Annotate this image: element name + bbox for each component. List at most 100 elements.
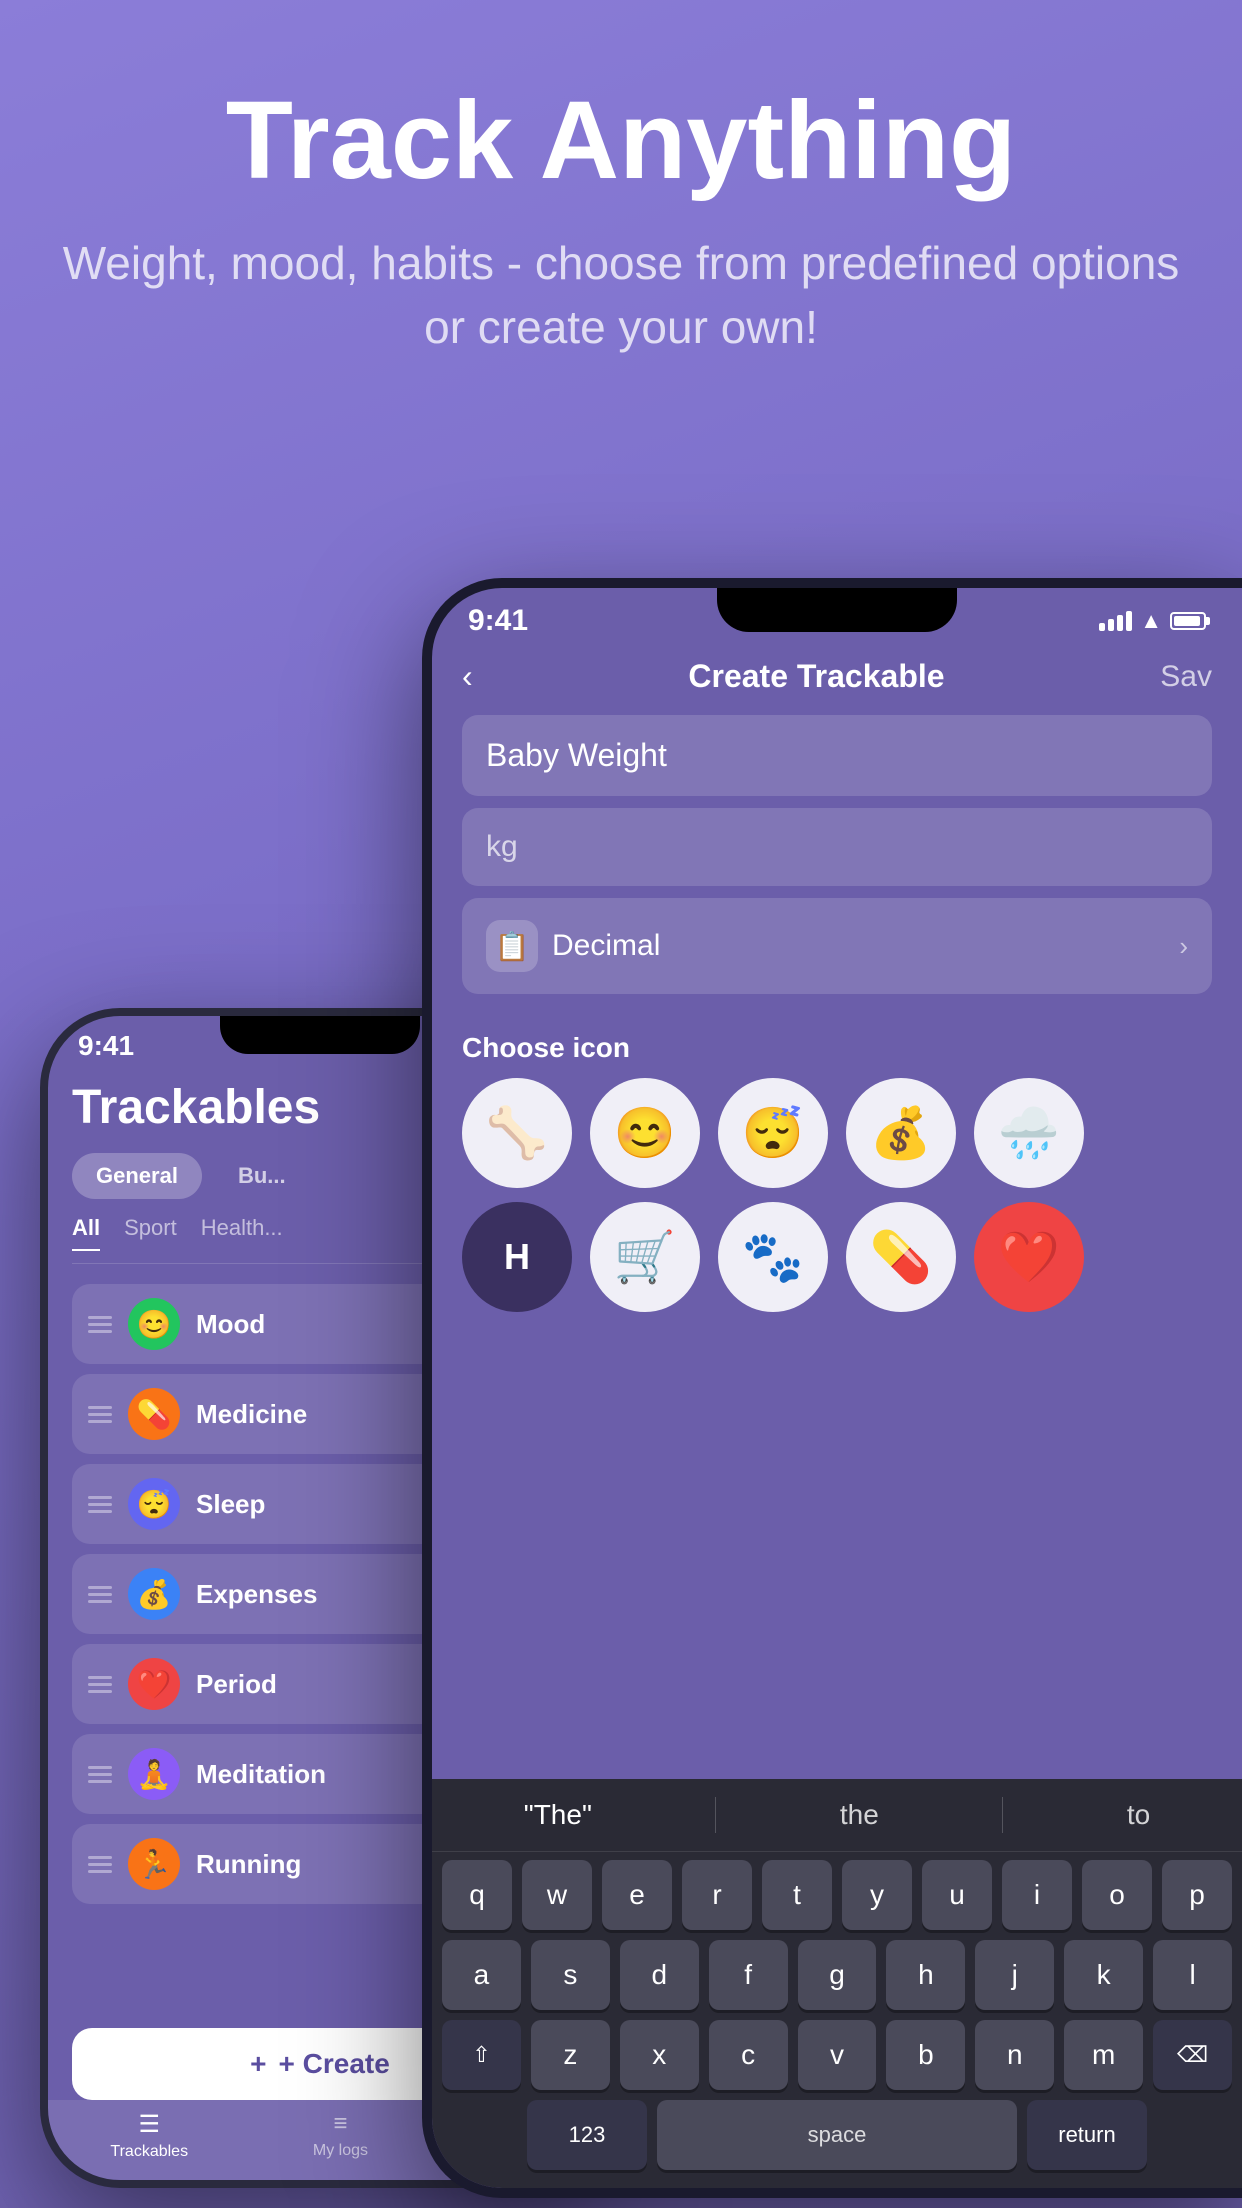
key-b[interactable]: b — [886, 2020, 965, 2090]
header: Track Anything Weight, mood, habits - ch… — [0, 0, 1242, 400]
pred-word-to[interactable]: to — [1107, 1793, 1170, 1837]
nav-item-trackables[interactable]: ☰ Trackables — [110, 2110, 188, 2161]
key-y[interactable]: y — [842, 1860, 912, 1930]
type-label: Decimal — [552, 929, 660, 963]
phones-container: 9:41 ▲ Trackables General Bu... — [0, 508, 1242, 2208]
back-button[interactable]: ‹ — [462, 658, 473, 695]
time-front: 9:41 — [468, 604, 528, 638]
nav-bar: ‹ Create Trackable Sav — [432, 638, 1242, 705]
key-j[interactable]: j — [975, 1940, 1054, 2010]
item-icon-meditation: 🧘 — [128, 1748, 180, 1800]
predictive-bar: "The" the to — [432, 1779, 1242, 1852]
icon-option-smile[interactable]: 😊 — [590, 1078, 700, 1188]
key-q[interactable]: q — [442, 1860, 512, 1930]
item-icon-running: 🏃 — [128, 1838, 180, 1890]
drag-handle[interactable] — [88, 1406, 112, 1423]
pred-word-the[interactable]: the — [820, 1793, 899, 1837]
key-return[interactable]: return — [1027, 2100, 1147, 2170]
drag-handle[interactable] — [88, 1316, 112, 1333]
unit-input[interactable]: kg — [486, 830, 1188, 864]
key-u[interactable]: u — [922, 1860, 992, 1930]
key-row-3: ⇧ z x c v b n m ⌫ — [442, 2020, 1232, 2090]
item-icon-mood: 😊 — [128, 1298, 180, 1350]
form-section: Baby Weight kg 📋 Decimal › — [432, 705, 1242, 1016]
main-title: Track Anything — [60, 80, 1182, 201]
phone-front-notch — [717, 588, 957, 632]
pred-divider-1 — [715, 1797, 716, 1833]
key-f[interactable]: f — [709, 1940, 788, 2010]
icon-option-wallet[interactable]: 💰 — [846, 1078, 956, 1188]
drag-handle[interactable] — [88, 1766, 112, 1783]
key-a[interactable]: a — [442, 1940, 521, 2010]
category-tab-bu[interactable]: Bu... — [214, 1153, 310, 1199]
key-r[interactable]: r — [682, 1860, 752, 1930]
icon-option-sleep[interactable]: 😴 — [718, 1078, 828, 1188]
icon-grid-row1: 🦴 😊 😴 💰 🌧️ — [432, 1078, 1242, 1188]
drag-handle[interactable] — [88, 1856, 112, 1873]
icon-option-medicine[interactable]: 💊 — [846, 1202, 956, 1312]
item-label-sleep: Sleep — [196, 1489, 265, 1520]
item-label-medicine: Medicine — [196, 1399, 307, 1430]
category-tab-general[interactable]: General — [72, 1153, 202, 1199]
key-space[interactable]: space — [657, 2100, 1017, 2170]
icon-option-cart[interactable]: 🛒 — [590, 1202, 700, 1312]
key-e[interactable]: e — [602, 1860, 672, 1930]
logs-nav-icon: ≡ — [333, 2110, 347, 2138]
key-k[interactable]: k — [1064, 1940, 1143, 2010]
item-label-meditation: Meditation — [196, 1759, 326, 1790]
chevron-right-icon: › — [1179, 931, 1188, 962]
key-t[interactable]: t — [762, 1860, 832, 1930]
name-field[interactable]: Baby Weight — [462, 715, 1212, 796]
item-icon-medicine: 💊 — [128, 1388, 180, 1440]
type-selector[interactable]: 📋 Decimal › — [486, 920, 1188, 972]
icon-grid-row2: H 🛒 🐾 💊 ❤️ — [432, 1188, 1242, 1312]
key-123[interactable]: 123 — [527, 2100, 647, 2170]
nav-item-logs[interactable]: ≡ My logs — [313, 2110, 368, 2160]
phone-front: 9:41 ▲ ‹ Create Trackable Sav Ba — [422, 578, 1242, 2198]
item-icon-sleep: 😴 — [128, 1478, 180, 1530]
trackables-nav-label: Trackables — [110, 2143, 188, 2161]
keyboard: "The" the to q w e r t y u i o p — [432, 1779, 1242, 2188]
key-row-4: 123 space return — [442, 2100, 1232, 2170]
key-n[interactable]: n — [975, 2020, 1054, 2090]
key-backspace[interactable]: ⌫ — [1153, 2020, 1232, 2090]
icon-option-h[interactable]: H — [462, 1202, 572, 1312]
signal-icon-front — [1099, 611, 1132, 631]
drag-handle[interactable] — [88, 1586, 112, 1603]
key-d[interactable]: d — [620, 1940, 699, 2010]
drag-handle[interactable] — [88, 1496, 112, 1513]
logs-nav-label: My logs — [313, 2142, 368, 2160]
icon-option-paw[interactable]: 🐾 — [718, 1202, 828, 1312]
icon-option-bone[interactable]: 🦴 — [462, 1078, 572, 1188]
icon-option-rain[interactable]: 🌧️ — [974, 1078, 1084, 1188]
name-input[interactable]: Baby Weight — [486, 737, 1188, 774]
unit-field[interactable]: kg — [462, 808, 1212, 886]
main-subtitle: Weight, mood, habits - choose from prede… — [60, 231, 1182, 360]
battery-icon-front — [1170, 612, 1206, 630]
key-x[interactable]: x — [620, 2020, 699, 2090]
pred-divider-2 — [1002, 1797, 1003, 1833]
type-field[interactable]: 📋 Decimal › — [462, 898, 1212, 994]
key-o[interactable]: o — [1082, 1860, 1152, 1930]
filter-tab-all[interactable]: All — [72, 1215, 100, 1251]
key-g[interactable]: g — [798, 1940, 877, 2010]
status-icons-front: ▲ — [1099, 608, 1206, 634]
save-button[interactable]: Sav — [1160, 660, 1212, 694]
key-m[interactable]: m — [1064, 2020, 1143, 2090]
wifi-icon-front: ▲ — [1140, 608, 1162, 634]
key-l[interactable]: l — [1153, 1940, 1232, 2010]
key-h[interactable]: h — [886, 1940, 965, 2010]
key-s[interactable]: s — [531, 1940, 610, 2010]
icon-option-heart[interactable]: ❤️ — [974, 1202, 1084, 1312]
drag-handle[interactable] — [88, 1676, 112, 1693]
key-v[interactable]: v — [798, 2020, 877, 2090]
key-p[interactable]: p — [1162, 1860, 1232, 1930]
key-w[interactable]: w — [522, 1860, 592, 1930]
filter-tab-health[interactable]: Health... — [201, 1215, 283, 1251]
pred-word-the-quoted[interactable]: "The" — [504, 1793, 612, 1837]
key-i[interactable]: i — [1002, 1860, 1072, 1930]
filter-tab-sport[interactable]: Sport — [124, 1215, 177, 1251]
key-c[interactable]: c — [709, 2020, 788, 2090]
key-shift[interactable]: ⇧ — [442, 2020, 521, 2090]
key-z[interactable]: z — [531, 2020, 610, 2090]
